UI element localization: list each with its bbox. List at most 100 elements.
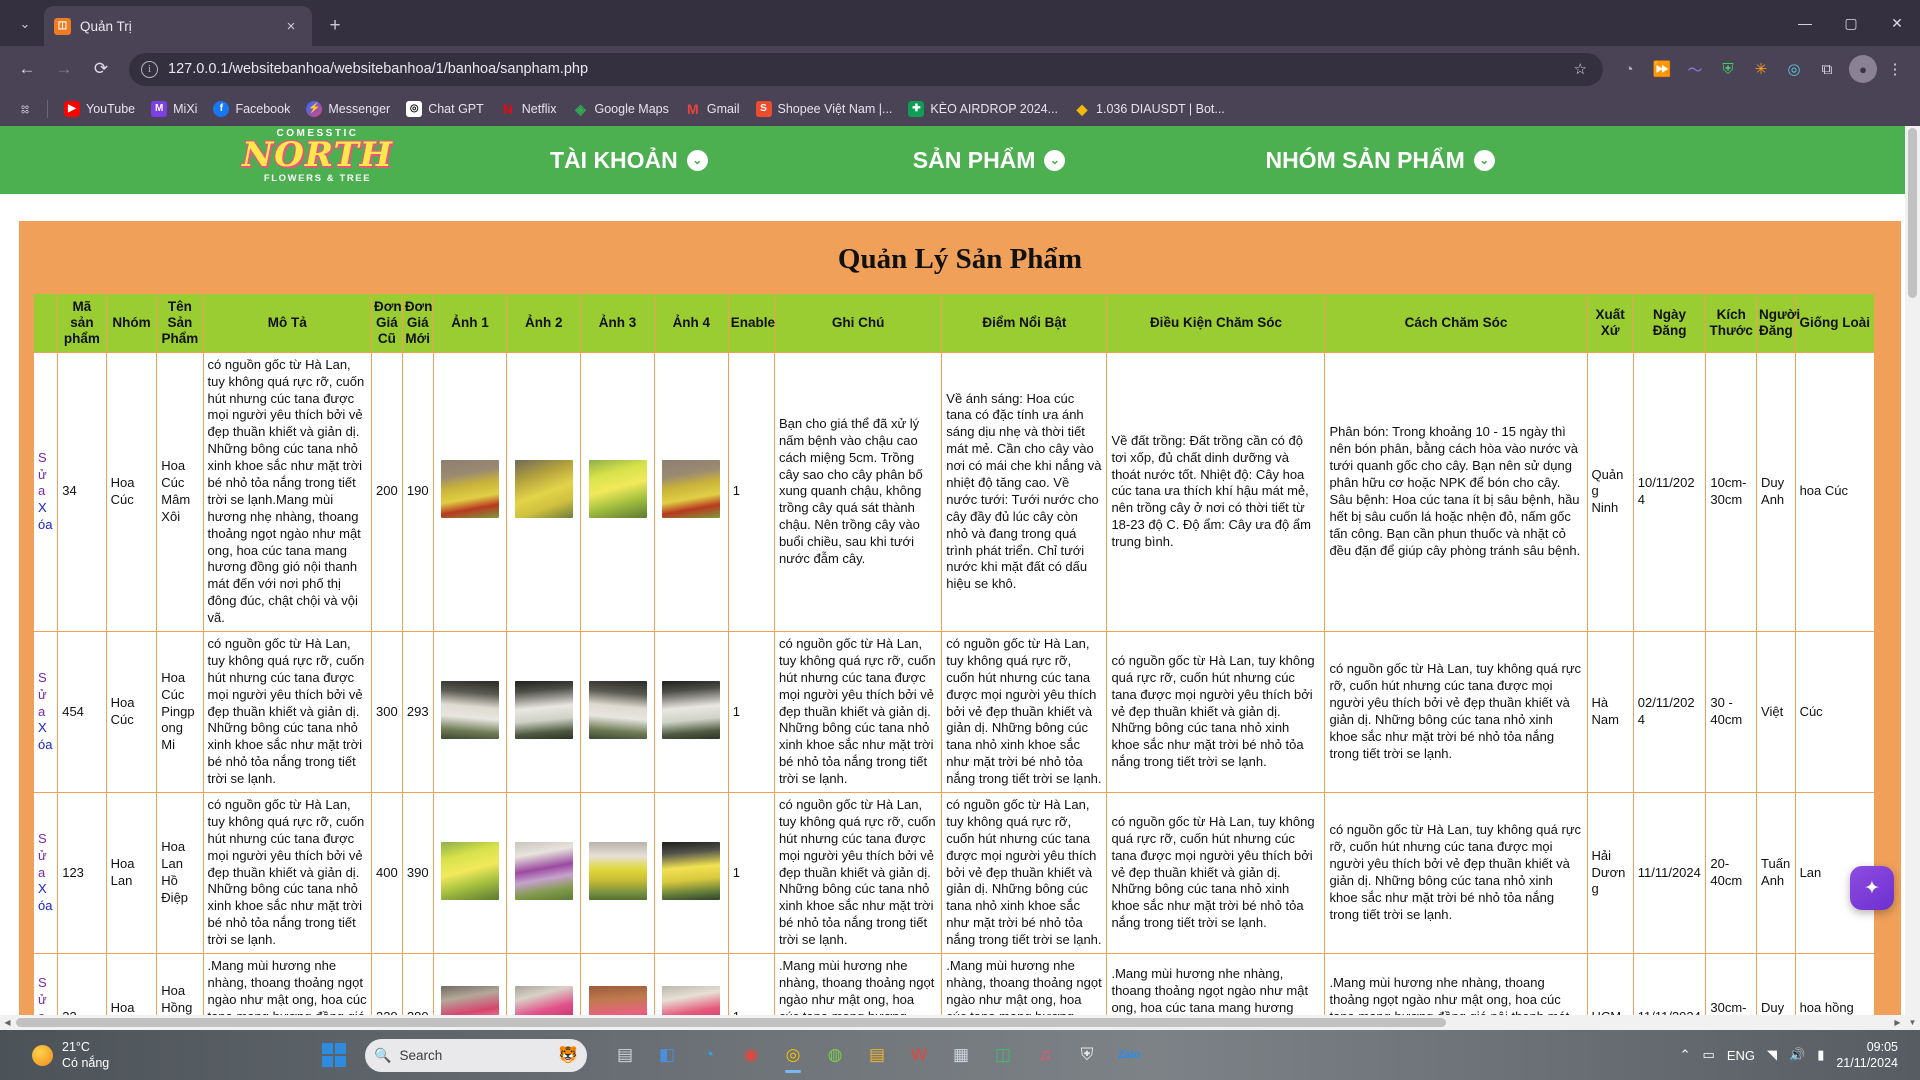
vertical-scroll-thumb[interactable] [1908,128,1917,298]
display-icon[interactable]: ▭ [1703,1047,1715,1063]
tab-close-icon[interactable]: × [280,15,302,37]
delete-link[interactable]: Xóa [38,881,53,915]
cell-giong-loai: Cúc [1794,631,1876,794]
edit-link[interactable]: Sửa [38,670,53,721]
wave-icon[interactable]: 〜 [1680,54,1710,84]
circle-icon[interactable]: ◎ [1779,54,1809,84]
shield-app-icon[interactable]: ⛨ [1068,1036,1106,1074]
taskbar-search-box[interactable]: 🔍 Search 🐯 [365,1038,587,1072]
widgets-icon[interactable]: ◧ [648,1036,686,1074]
battery-icon[interactable]: ▮ [1817,1047,1824,1063]
file-explorer-icon[interactable]: ▤ [858,1036,896,1074]
product-image-thumb[interactable] [662,460,721,519]
col-anh-3: Ảnh 3 [580,293,655,353]
cell-cach-cham-soc: có nguồn gốc từ Hà Lan, tuy không quá rự… [1324,631,1588,794]
product-image-thumb[interactable] [662,680,721,739]
vertical-scrollbar[interactable]: ▲ ▼ [1905,126,1920,1030]
extensions-red-icon[interactable]: ⏩ [1647,54,1677,84]
nav-item-nhom-san-pham[interactable]: NHÓM SẢN PHẨM ⌄ [1265,147,1495,174]
wps-icon[interactable]: W [900,1036,938,1074]
bookmark-gmail[interactable]: M Gmail [678,98,747,120]
bookmark-binance-bot[interactable]: ◆ 1.036 DIAUSDT | Bot... [1067,98,1232,120]
product-image-thumb[interactable] [662,841,721,900]
cell-anh-3 [580,792,655,955]
product-image-thumb[interactable] [588,841,647,900]
address-bar[interactable]: i 127.0.0.1/websitebanhoa/websitebanhoa/… [129,52,1603,86]
tray-chevron-up-icon[interactable]: ⌃ [1680,1047,1691,1063]
col-don-gia-cu: Đơn Giá Cũ [370,293,403,353]
bookmark-google-maps[interactable]: ◈ Google Maps [566,98,676,120]
browser-menu-icon[interactable]: ⋮ [1880,54,1910,84]
split-screen-icon[interactable]: ⧉ [1812,54,1842,84]
edit-link[interactable]: Sửa [38,831,53,882]
bookmark-messenger[interactable]: ⚡ Messenger [299,98,397,120]
cell-anh-4 [653,351,729,633]
clock-icon[interactable]: ◔ [1614,54,1644,84]
taskbar-clock[interactable]: 09:05 21/11/2024 [1836,1039,1898,1072]
site-info-icon[interactable]: i [141,60,158,78]
weather-widget[interactable]: 21°C Có nắng [32,1039,242,1072]
new-tab-button[interactable]: + [320,11,350,41]
horizontal-scrollbar[interactable]: ◀ ▶ [0,1015,1905,1030]
product-image-thumb[interactable] [441,680,500,739]
product-image-thumb[interactable] [514,841,573,900]
bookmark-chatgpt[interactable]: ◎ Chat GPT [399,98,491,120]
bookmark-shopee[interactable]: S Shopee Việt Nam |... [749,98,900,120]
nav-item-tai-khoan[interactable]: TÀI KHOẢN ⌄ [550,147,708,174]
windows-start-icon[interactable] [322,1043,346,1067]
pdf-icon[interactable]: ▦ [942,1036,980,1074]
volume-icon[interactable]: 🔊 [1789,1047,1805,1063]
chevron-down-icon[interactable]: ⌄ [1473,149,1495,171]
scroll-left-arrow-icon[interactable]: ◀ [0,1015,15,1030]
bookmark-star-icon[interactable]: ☆ [1574,60,1591,78]
chevron-down-icon[interactable]: ⌄ [1044,149,1066,171]
reload-button[interactable]: ⟳ [84,52,118,86]
maximize-button[interactable]: ▢ [1828,0,1874,46]
product-image-thumb[interactable] [514,680,573,739]
bookmark-keo-airdrop[interactable]: ✚ KÈO AIRDROP 2024... [901,98,1065,120]
horizontal-scroll-thumb[interactable] [16,1018,1446,1027]
bookmark-mixi[interactable]: M MiXi [144,98,204,120]
scroll-down-arrow-icon[interactable]: ▼ [1905,1015,1920,1030]
bookmark-netflix[interactable]: N Netflix [493,98,564,120]
grid-app-icon[interactable]: ◫ [984,1036,1022,1074]
logo-main-text: NORTH [242,135,393,175]
music-icon[interactable]: ♫ [1026,1036,1064,1074]
tab-search-chevron-down-icon[interactable]: ⌄ [8,7,42,41]
delete-link[interactable]: Xóa [38,500,53,534]
nav-item-san-pham[interactable]: SẢN PHẨM ⌄ [913,147,1066,174]
edit-link[interactable]: Sửa [38,450,53,501]
browser-tab[interactable]: ◫ Quản Trị × [44,6,312,46]
zalo-icon[interactable]: Zalo [1110,1036,1148,1074]
minimize-button[interactable]: — [1782,0,1828,46]
forward-button[interactable]: → [47,52,81,86]
netflix-icon: N [502,101,513,117]
product-image-thumb[interactable] [441,841,500,900]
opera-gx-icon[interactable]: ◉ [732,1036,770,1074]
product-image-thumb[interactable] [514,460,573,519]
product-image-thumb[interactable] [588,680,647,739]
chrome-icon[interactable]: ◎ [774,1036,812,1074]
star-orange-icon[interactable]: ✳ [1746,54,1776,84]
product-image-thumb[interactable] [588,460,647,519]
close-window-button[interactable]: ✕ [1874,0,1920,46]
cell-dieu-kien-cham-soc: có nguồn gốc từ Hà Lan, tuy không quá rự… [1106,792,1326,955]
bookmark-youtube[interactable]: ▶ YouTube [57,98,142,120]
scroll-right-arrow-icon[interactable]: ▶ [1890,1015,1905,1030]
profile-avatar[interactable]: ● [1849,55,1877,83]
cell-enable: 1 [727,792,775,955]
delete-link[interactable]: Xóa [38,720,53,754]
back-button[interactable]: ← [10,52,44,86]
edge-icon[interactable]: ◔ [690,1036,728,1074]
bookmark-facebook[interactable]: f Facebook [206,98,297,120]
shield-green-icon[interactable]: ⛨ [1713,54,1743,84]
language-indicator[interactable]: ENG [1727,1048,1755,1063]
chat-bubble-icon[interactable]: ✦ [1850,866,1894,910]
product-image-thumb[interactable] [441,460,500,519]
site-logo[interactable]: COMESSTIC NORTH FLOWERS & TREE [230,128,405,184]
wifi-icon[interactable]: ◥ [1767,1047,1777,1063]
apps-grid-icon[interactable]: ⦂⦂ [12,96,38,122]
chevron-down-icon[interactable]: ⌄ [686,149,708,171]
task-view-icon[interactable]: ▤ [606,1036,644,1074]
activity-icon[interactable]: ◍ [816,1036,854,1074]
